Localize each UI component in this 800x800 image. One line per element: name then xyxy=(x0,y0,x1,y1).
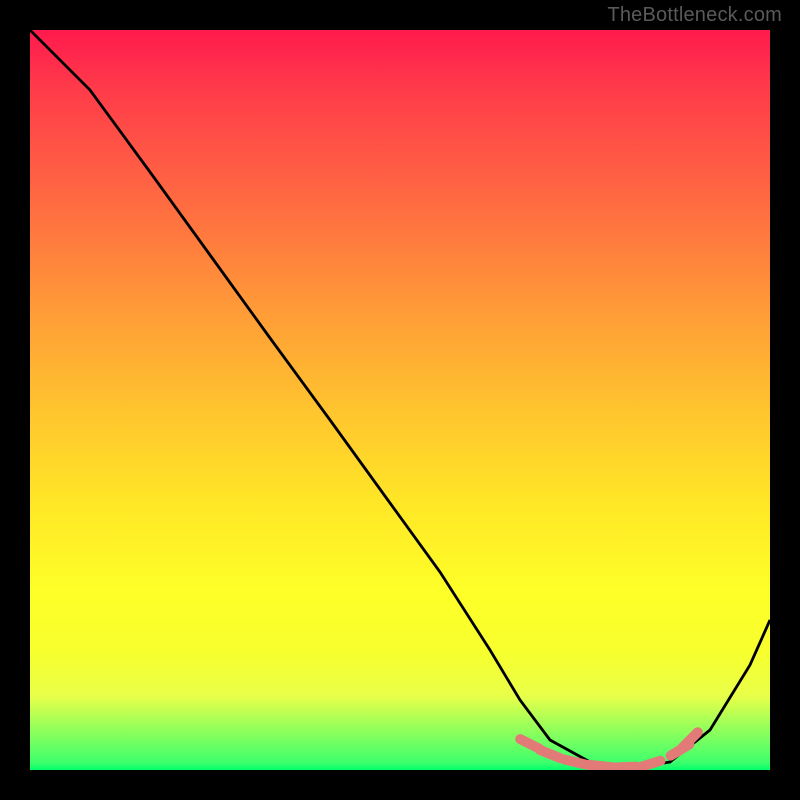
marker-dash xyxy=(682,732,698,748)
marker-dash xyxy=(614,767,636,768)
marker-dash xyxy=(639,761,660,767)
marker-dash xyxy=(564,759,585,764)
plot-area xyxy=(30,30,770,770)
curve-layer xyxy=(30,30,770,770)
bottleneck-curve xyxy=(30,30,770,768)
marker-dash xyxy=(540,750,560,758)
attribution-text: TheBottleneck.com xyxy=(607,4,782,27)
marker-dash xyxy=(589,765,611,767)
